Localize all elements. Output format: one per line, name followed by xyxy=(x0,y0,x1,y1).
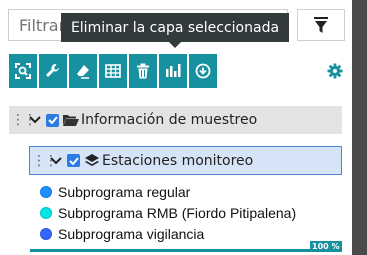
clear-style-button[interactable] xyxy=(69,54,97,88)
layer-visibility-checkbox[interactable] xyxy=(67,154,80,167)
layer-label: Estaciones monitoreo xyxy=(102,152,254,169)
filter-button[interactable] xyxy=(297,9,345,41)
download-icon xyxy=(195,63,211,79)
progress-fill xyxy=(30,249,342,252)
attribute-table-button[interactable] xyxy=(99,54,127,88)
eraser-icon xyxy=(77,65,89,79)
folder-open-icon xyxy=(63,113,79,127)
layer-legend: Subprograma regular Subprograma RMB (Fio… xyxy=(40,181,296,244)
checkmark-icon xyxy=(47,116,58,124)
gear-icon xyxy=(327,63,343,79)
delete-layer-button[interactable] xyxy=(129,54,157,88)
group-label: Información de muestreo xyxy=(81,112,258,128)
zoom-to-layer-button[interactable] xyxy=(9,54,37,88)
bar-chart-icon xyxy=(166,64,181,77)
layers-icon xyxy=(84,153,100,168)
filter-icon xyxy=(314,17,328,33)
drag-handle-icon[interactable]: ⋮⋮ xyxy=(11,112,37,128)
right-panel-edge xyxy=(352,0,367,255)
legend-symbol-dot xyxy=(40,227,52,240)
download-button[interactable] xyxy=(189,54,217,88)
group-visibility-checkbox[interactable] xyxy=(46,113,59,127)
table-icon xyxy=(105,64,121,78)
layer-load-progress-bar xyxy=(30,249,342,252)
layer-group-row[interactable]: ⋮⋮ Información de muestreo xyxy=(9,106,342,134)
legend-label: Subprograma regular xyxy=(58,183,191,200)
chevron-down-icon[interactable] xyxy=(28,113,42,127)
progress-label: 100 % xyxy=(310,241,342,252)
statistics-button[interactable] xyxy=(159,54,187,88)
legend-item: Subprograma vigilancia xyxy=(40,223,296,244)
legend-label: Subprograma vigilancia xyxy=(58,225,205,242)
tooltip: Eliminar la capa seleccionada xyxy=(61,13,289,48)
legend-symbol-dot xyxy=(40,185,52,198)
settings-button[interactable] xyxy=(323,59,347,83)
crosshair-icon xyxy=(15,63,31,79)
chevron-down-icon[interactable] xyxy=(49,154,63,168)
trash-icon xyxy=(137,63,149,79)
drag-handle-icon[interactable]: ⋮⋮ xyxy=(32,153,58,169)
layer-settings-button[interactable] xyxy=(39,54,67,88)
legend-item: Subprograma regular xyxy=(40,181,296,202)
checkmark-icon xyxy=(68,156,79,165)
wrench-icon xyxy=(46,64,59,77)
legend-label: Subprograma RMB (Fiordo Pitipalena) xyxy=(58,204,297,221)
layer-toolbar xyxy=(9,54,217,88)
legend-item: Subprograma RMB (Fiordo Pitipalena) xyxy=(40,202,296,223)
legend-symbol-dot xyxy=(40,206,52,219)
layer-row-selected[interactable]: ⋮⋮ Estaciones monitoreo xyxy=(29,146,342,175)
